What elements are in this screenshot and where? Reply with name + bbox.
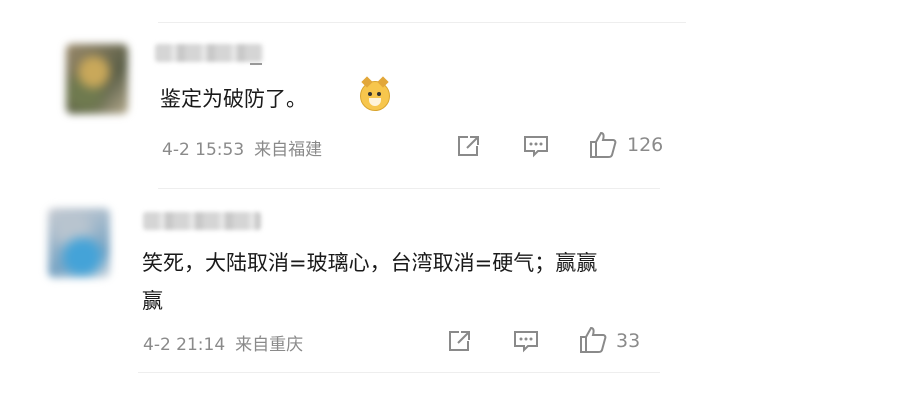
comment-icon[interactable] bbox=[512, 329, 540, 353]
top-divider bbox=[158, 22, 686, 23]
comment-meta: 4-2 21:14 来自重庆 bbox=[143, 330, 313, 355]
comment-meta: 4-2 15:53 来自福建 bbox=[162, 135, 332, 160]
like-icon[interactable] bbox=[578, 325, 608, 355]
doge-emoji-icon bbox=[360, 76, 390, 111]
avatar[interactable] bbox=[66, 44, 128, 114]
username-underscore bbox=[250, 63, 262, 65]
comment-divider bbox=[158, 188, 660, 189]
like-icon[interactable] bbox=[588, 130, 618, 160]
comment-location: 来自福建 bbox=[254, 140, 323, 160]
comment-text: 鉴定为破防了。 bbox=[160, 87, 307, 111]
share-icon[interactable] bbox=[446, 329, 472, 353]
comment-date: 4-2 15:53 bbox=[162, 140, 245, 160]
comment-icon[interactable] bbox=[522, 134, 550, 158]
like-count: 126 bbox=[627, 134, 664, 156]
username-redacted[interactable] bbox=[155, 44, 263, 62]
share-icon[interactable] bbox=[455, 134, 481, 158]
comment-location: 来自重庆 bbox=[235, 335, 304, 355]
comment-text: 笑死，大陆取消=玻璃心，台湾取消=硬气；赢赢赢 bbox=[142, 251, 598, 313]
avatar[interactable] bbox=[48, 208, 110, 278]
like-count: 33 bbox=[616, 330, 641, 352]
bottom-divider bbox=[138, 372, 660, 373]
username-redacted[interactable] bbox=[143, 212, 261, 230]
comment-date: 4-2 21:14 bbox=[143, 335, 226, 355]
